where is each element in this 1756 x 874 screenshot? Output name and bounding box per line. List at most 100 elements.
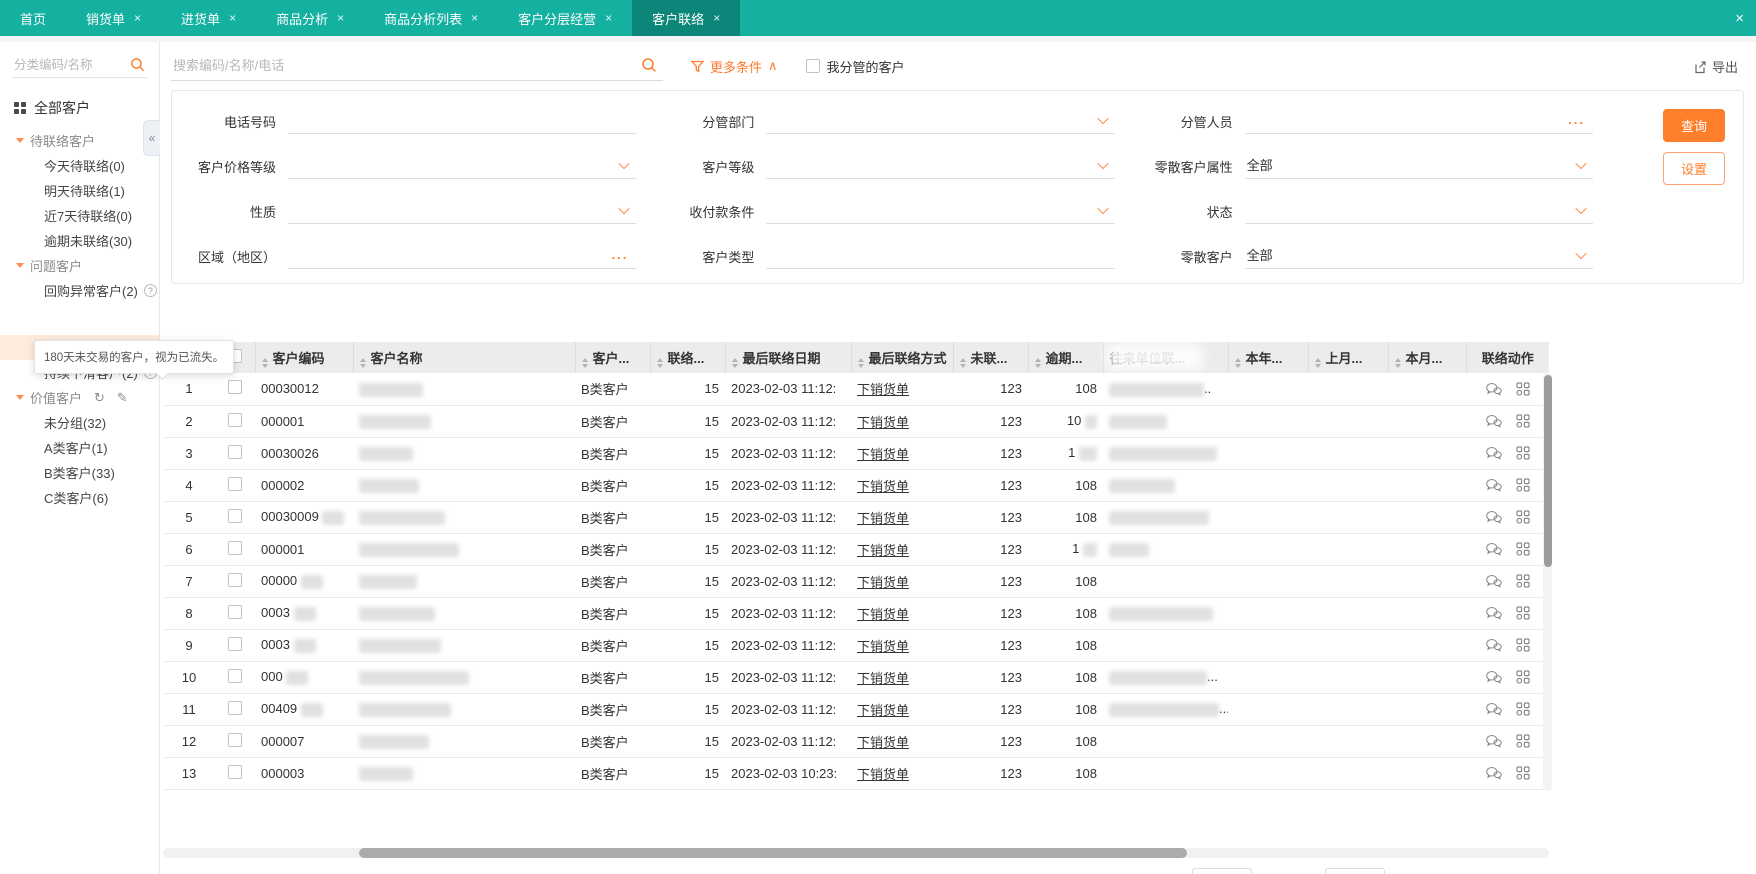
column-header-逾期...[interactable]: 逾期... xyxy=(1027,342,1103,373)
field-control[interactable] xyxy=(288,154,637,179)
sidebar-item-all-customers[interactable]: 全部客户 xyxy=(10,86,159,128)
last-contact-method-link[interactable]: 下销货单 xyxy=(857,511,909,526)
last-contact-method-link[interactable]: 下销货单 xyxy=(857,703,909,718)
triangle-down-icon[interactable] xyxy=(16,263,24,268)
vertical-scrollbar-thumb[interactable] xyxy=(1543,375,1552,567)
chat-icon[interactable] xyxy=(1485,702,1502,716)
close-icon[interactable]: × xyxy=(134,11,141,25)
chevron-down-icon[interactable] xyxy=(1575,157,1587,169)
query-button[interactable]: 查询 xyxy=(1663,109,1725,142)
field-control[interactable] xyxy=(766,199,1115,224)
close-icon[interactable]: × xyxy=(337,11,344,25)
last-contact-method-link[interactable]: 下销货单 xyxy=(857,479,909,494)
row-checkbox[interactable] xyxy=(228,732,242,747)
sidebar-item-回购异常客户2[interactable]: 回购异常客户(2)? xyxy=(10,278,159,303)
field-control[interactable] xyxy=(288,109,637,134)
chat-icon[interactable] xyxy=(1485,478,1502,492)
row-checkbox[interactable] xyxy=(228,380,242,395)
my-customers-checkbox[interactable]: 我分管的客户 xyxy=(805,57,905,76)
apps-grid-icon[interactable] xyxy=(1516,574,1530,588)
chat-icon[interactable] xyxy=(1485,606,1502,620)
sidebar-search-input[interactable] xyxy=(14,57,130,72)
last-contact-method-link[interactable]: 下销货单 xyxy=(857,607,909,622)
field-control[interactable]: ... xyxy=(1244,109,1593,134)
tab-客户联络[interactable]: 客户联络 × xyxy=(632,0,741,36)
column-header-联络...[interactable]: 联络... xyxy=(649,342,725,373)
column-header-客户...[interactable]: 客户... xyxy=(574,342,650,373)
close-all-icon[interactable]: × xyxy=(1735,0,1744,36)
search-icon[interactable] xyxy=(641,57,657,73)
refresh-icon[interactable]: ↻ xyxy=(94,390,105,406)
close-icon[interactable]: × xyxy=(229,11,236,25)
checkbox-icon[interactable] xyxy=(805,59,820,73)
chevron-down-icon[interactable] xyxy=(1096,202,1109,214)
row-checkbox[interactable] xyxy=(228,668,242,683)
row-checkbox[interactable] xyxy=(228,476,242,491)
tab-客户分层经营[interactable]: 客户分层经营 × xyxy=(498,0,632,36)
search-icon[interactable] xyxy=(130,57,145,72)
sort-icon[interactable] xyxy=(1314,357,1321,368)
sidebar-item-待联络客户[interactable]: 待联络客户 xyxy=(10,128,159,153)
export-button[interactable]: 导出 xyxy=(1693,57,1738,76)
vertical-scrollbar[interactable] xyxy=(1543,373,1552,791)
apps-grid-icon[interactable] xyxy=(1516,766,1530,780)
sidebar-item-B类客户33[interactable]: B类客户(33) xyxy=(10,460,159,485)
sort-icon[interactable] xyxy=(656,357,663,368)
page-input[interactable] xyxy=(1325,867,1386,874)
ellipsis-button[interactable]: ... xyxy=(1568,113,1585,126)
horizontal-scrollbar-thumb[interactable] xyxy=(359,847,1187,858)
settings-button[interactable]: 设置 xyxy=(1663,152,1725,185)
chat-icon[interactable] xyxy=(1485,574,1502,588)
field-control[interactable]: 全部 xyxy=(1244,244,1593,269)
apps-grid-icon[interactable] xyxy=(1516,542,1530,556)
sidebar-item-A类客户1[interactable]: A类客户(1) xyxy=(10,435,159,460)
row-checkbox[interactable] xyxy=(228,508,242,523)
apps-grid-icon[interactable] xyxy=(1516,478,1530,492)
last-contact-method-link[interactable]: 下销货单 xyxy=(857,575,909,590)
sidebar-item-逾期未联络30[interactable]: 逾期未联络(30) xyxy=(10,228,159,253)
last-contact-method-link[interactable]: 下销货单 xyxy=(857,543,909,558)
tab-商品分析[interactable]: 商品分析 × xyxy=(256,0,364,36)
field-control[interactable] xyxy=(766,154,1115,179)
chat-icon[interactable] xyxy=(1485,542,1502,556)
last-contact-method-link[interactable]: 下销货单 xyxy=(857,382,909,397)
main-search-input[interactable] xyxy=(173,57,641,73)
edit-icon[interactable]: ✎ xyxy=(117,390,128,406)
triangle-down-icon[interactable] xyxy=(16,138,24,143)
last-contact-method-link[interactable]: 下销货单 xyxy=(857,415,909,430)
column-header-上月...[interactable]: 上月... xyxy=(1307,342,1388,373)
row-checkbox[interactable] xyxy=(228,540,242,555)
sort-icon[interactable] xyxy=(581,357,588,368)
close-icon[interactable]: × xyxy=(605,11,612,25)
column-header-最后联络方式[interactable]: 最后联络方式 xyxy=(850,342,953,373)
close-icon[interactable]: × xyxy=(471,11,478,25)
ellipsis-button[interactable]: ... xyxy=(611,248,628,261)
sidebar-item-今天待联络0[interactable]: 今天待联络(0) xyxy=(10,153,159,178)
chevron-down-icon[interactable] xyxy=(1575,247,1587,259)
apps-grid-icon[interactable] xyxy=(1516,382,1530,396)
column-header-未联...[interactable]: 未联... xyxy=(952,342,1028,373)
field-control[interactable]: ... xyxy=(288,244,637,269)
apps-grid-icon[interactable] xyxy=(1516,510,1530,524)
chat-icon[interactable] xyxy=(1485,510,1502,524)
chat-icon[interactable] xyxy=(1485,734,1502,748)
per-page-select[interactable]: 50 xyxy=(1191,867,1252,874)
row-checkbox[interactable] xyxy=(228,764,242,779)
sort-icon[interactable] xyxy=(857,357,864,368)
chevron-down-icon[interactable] xyxy=(1096,157,1109,169)
sidebar-collapse-button[interactable]: « xyxy=(143,120,160,156)
column-header-最后联络日期[interactable]: 最后联络日期 xyxy=(724,342,851,373)
chat-icon[interactable] xyxy=(1485,382,1502,396)
apps-grid-icon[interactable] xyxy=(1516,734,1530,748)
row-checkbox[interactable] xyxy=(228,700,242,715)
sort-icon[interactable] xyxy=(1034,357,1041,368)
sidebar-item-明天待联络1[interactable]: 明天待联络(1) xyxy=(10,178,159,203)
sort-icon[interactable] xyxy=(1234,357,1241,368)
tab-进货单[interactable]: 进货单 × xyxy=(161,0,256,36)
sort-icon[interactable] xyxy=(731,357,738,368)
last-contact-method-link[interactable]: 下销货单 xyxy=(857,671,909,686)
chevron-down-icon[interactable] xyxy=(618,202,630,214)
chat-icon[interactable] xyxy=(1485,446,1502,460)
sidebar-item-C类客户6[interactable]: C类客户(6) xyxy=(10,485,159,510)
apps-grid-icon[interactable] xyxy=(1516,414,1530,428)
